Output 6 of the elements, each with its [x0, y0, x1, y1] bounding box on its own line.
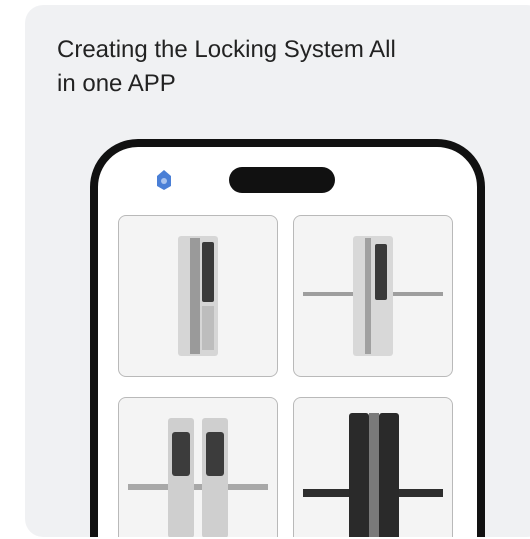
product-tile[interactable] — [293, 397, 453, 537]
product-tile[interactable] — [118, 397, 278, 537]
product-tile[interactable] — [293, 215, 453, 377]
card-title: Creating the Locking System All in one APP — [57, 35, 397, 99]
product-tile[interactable] — [118, 215, 278, 377]
app-logo-icon — [155, 168, 173, 192]
